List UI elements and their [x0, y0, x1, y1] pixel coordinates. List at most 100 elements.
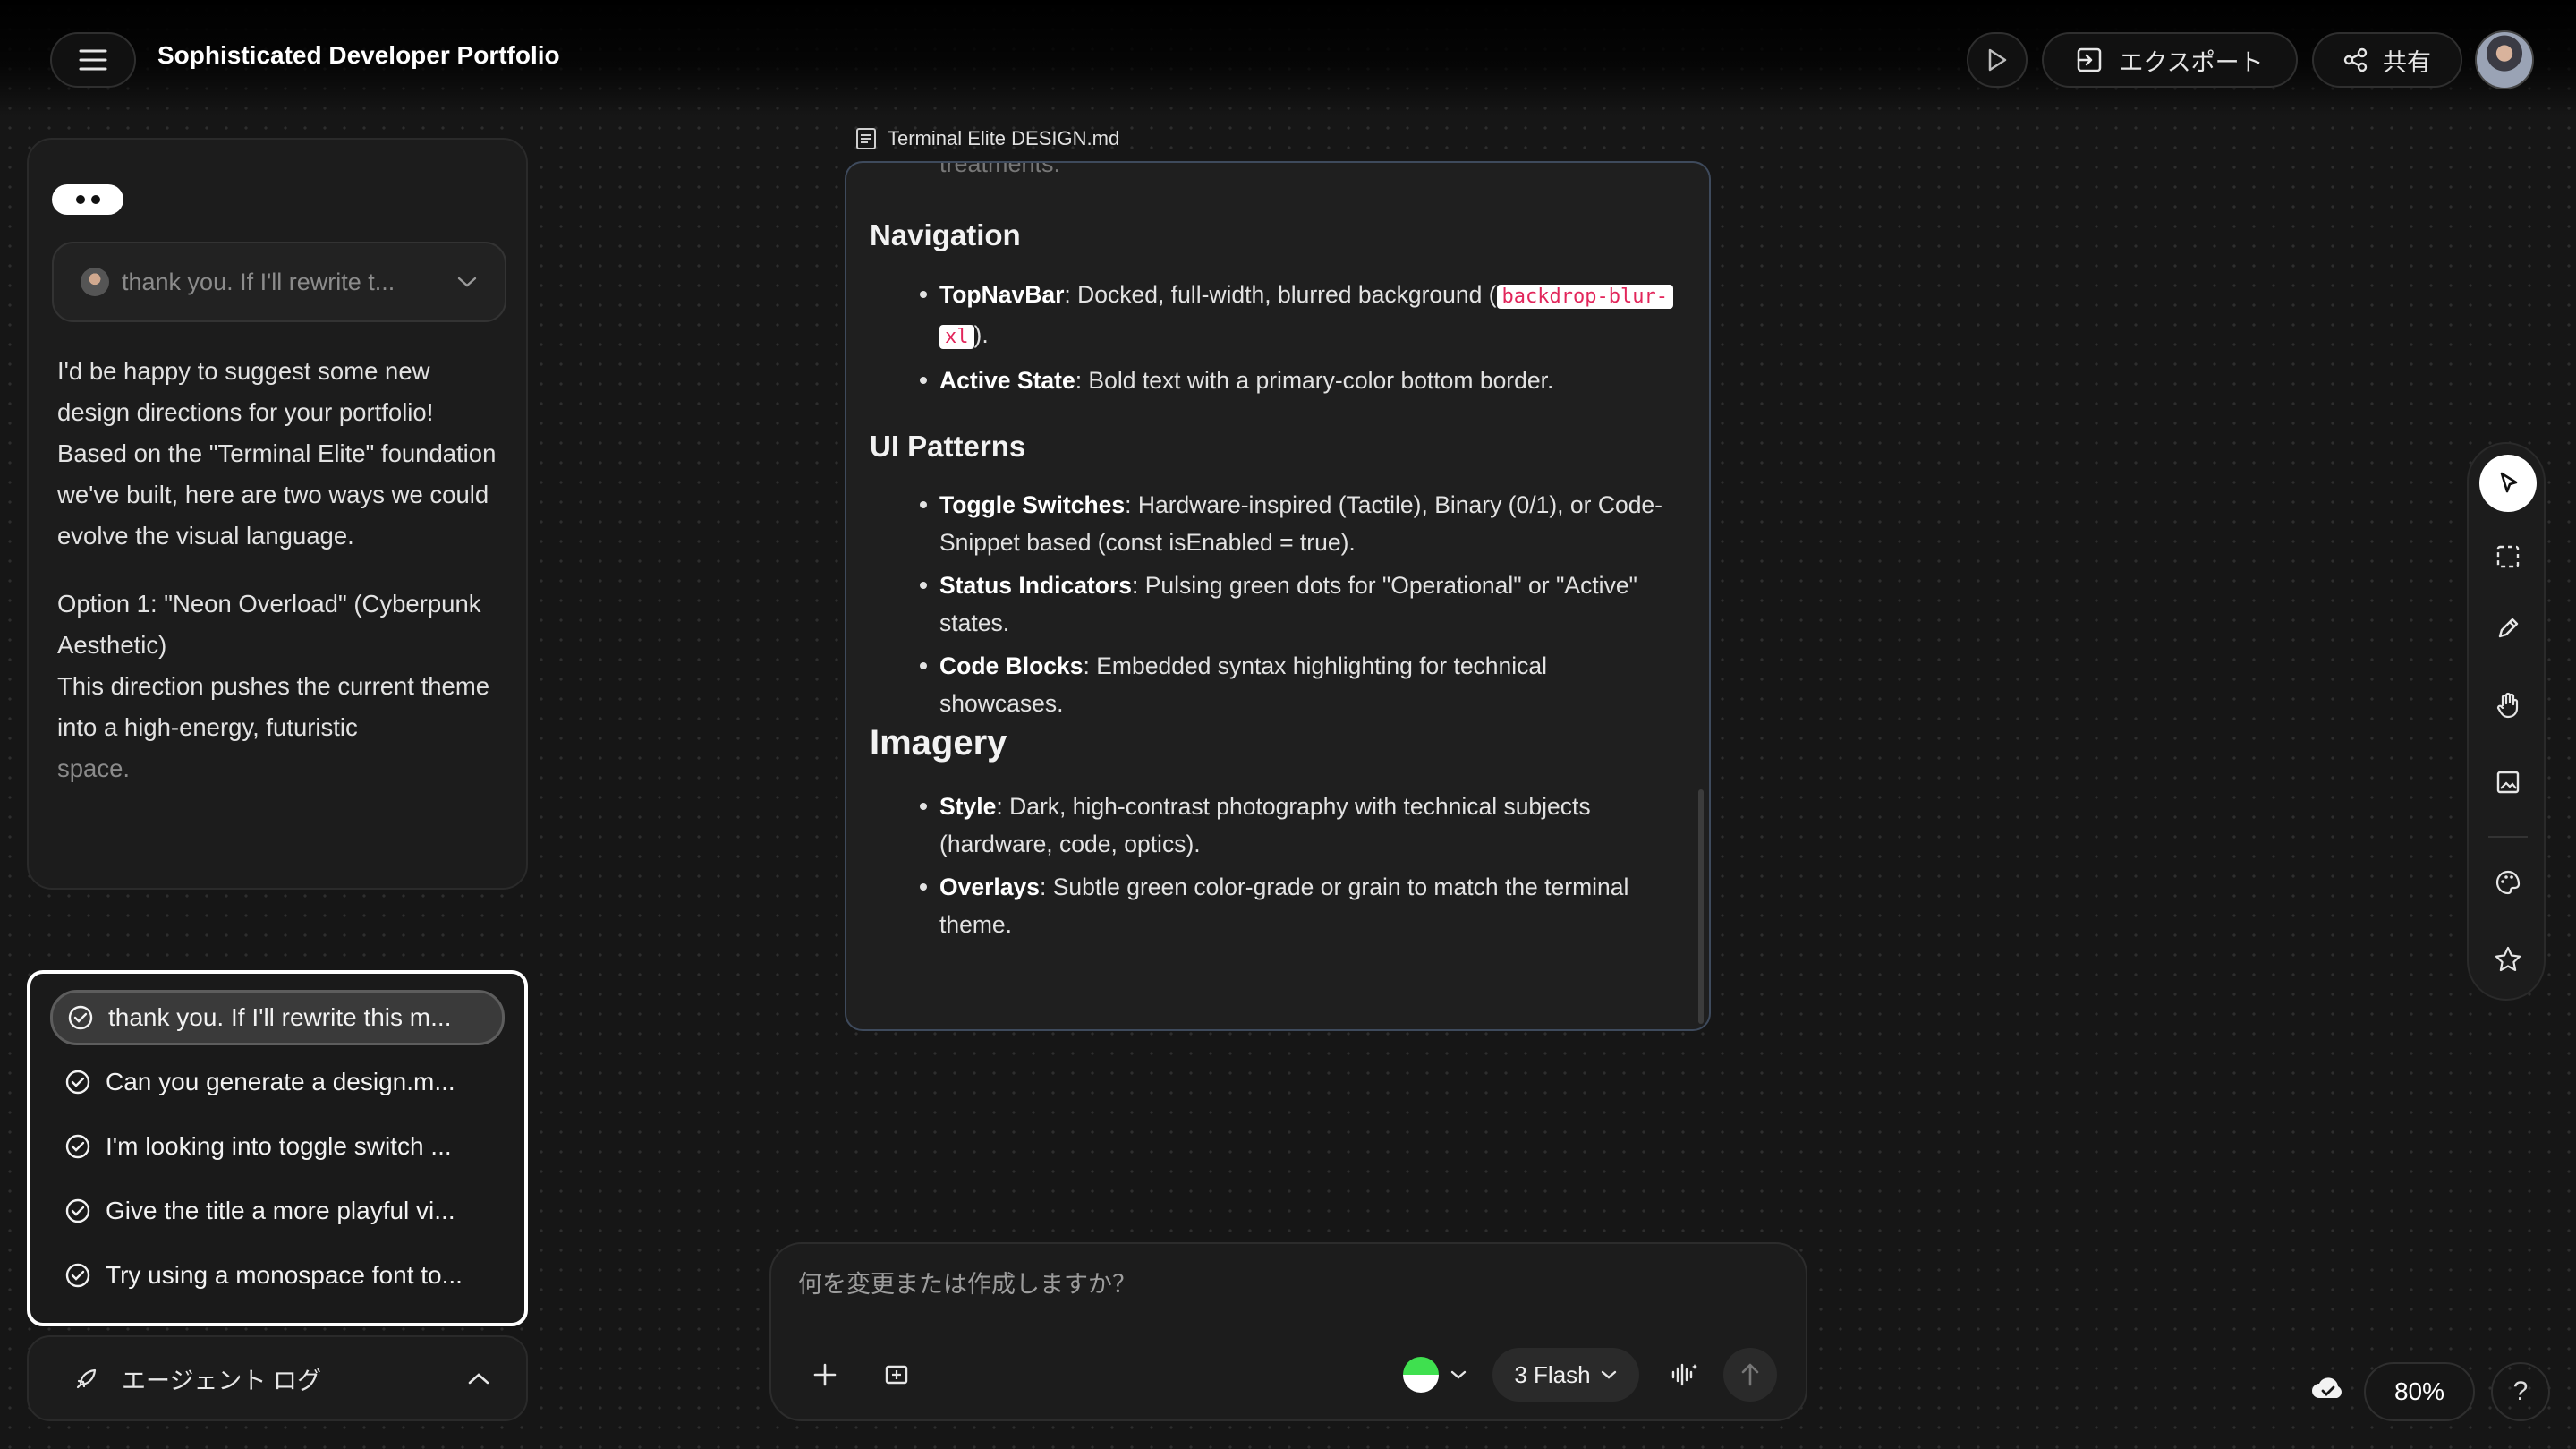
- document-preview: treatments. Navigation TopNavBar: Docked…: [845, 161, 1711, 1031]
- list-text: : Subtle green color-grade or grain to m…: [939, 874, 1629, 938]
- check-circle-icon: [64, 1133, 91, 1160]
- agent-log-toggle[interactable]: エージェント ログ: [27, 1335, 528, 1421]
- list-term: Toggle Switches: [939, 491, 1126, 518]
- code-snippet: xl: [939, 325, 974, 349]
- document-cut-text: treatments.: [939, 161, 1061, 177]
- chat-option-title: Option 1: "Neon Overload" (Cyberpunk Aes…: [57, 590, 481, 659]
- export-icon: [2076, 47, 2103, 73]
- prompt-composer: 3 Flash: [769, 1242, 1807, 1421]
- document-filename: Terminal Elite DESIGN.md: [888, 127, 1120, 149]
- log-item-label: Can you generate a design.m...: [106, 1068, 455, 1095]
- image-icon: [2495, 769, 2521, 796]
- log-item-label: thank you. If I'll rewrite this m...: [108, 1003, 452, 1031]
- cloud-saved-icon: [2310, 1373, 2346, 1403]
- list-item: Overlays: Subtle green color-grade or gr…: [870, 868, 1675, 943]
- select-area-icon: [2495, 543, 2521, 570]
- share-label: 共有: [2383, 48, 2431, 76]
- user-avatar[interactable]: [2475, 30, 2534, 89]
- hand-icon: [2495, 691, 2521, 720]
- plus-icon: [812, 1361, 838, 1388]
- project-title: Sophisticated Developer Portfolio: [157, 41, 560, 69]
- log-item[interactable]: thank you. If I'll rewrite this m...: [50, 990, 505, 1045]
- list-term: Style: [939, 793, 997, 820]
- send-button[interactable]: [1723, 1348, 1777, 1402]
- list-term: TopNavBar: [939, 281, 1065, 308]
- agent-log-list: thank you. If I'll rewrite this m... Can…: [27, 970, 528, 1326]
- chevron-down-icon: [456, 276, 478, 288]
- conversation-selector-value: thank you. If I'll rewrite t...: [122, 268, 395, 295]
- model-selector[interactable]: 3 Flash: [1492, 1348, 1639, 1402]
- log-item[interactable]: I'm looking into toggle switch ...: [50, 1119, 505, 1174]
- code-snippet: backdrop-blur-: [1496, 285, 1673, 309]
- more-options-icon[interactable]: [52, 184, 123, 215]
- heading-imagery: Imagery: [870, 723, 1007, 763]
- document-icon: [855, 127, 877, 150]
- agent-log-label: エージェント ログ: [122, 1367, 321, 1394]
- prompt-input[interactable]: [798, 1262, 1764, 1307]
- ui-patterns-list: Toggle Switches: Hardware-inspired (Tact…: [870, 486, 1675, 728]
- list-item: Toggle Switches: Hardware-inspired (Tact…: [870, 486, 1675, 561]
- list-item: Code Blocks: Embedded syntax highlightin…: [870, 647, 1675, 722]
- list-item: Style: Dark, high-contrast photography w…: [870, 788, 1675, 863]
- preview-button[interactable]: [1967, 32, 2028, 88]
- palette-icon: [2495, 869, 2521, 896]
- zoom-level[interactable]: 80%: [2364, 1362, 2475, 1421]
- star-icon: [2494, 945, 2522, 974]
- export-button[interactable]: エクスポート: [2042, 32, 2298, 88]
- imagery-list: Style: Dark, high-contrast photography w…: [870, 788, 1675, 949]
- frame-plus-icon: [883, 1361, 910, 1388]
- share-icon: [2343, 47, 2368, 72]
- log-item-label: Give the title a more playful vi...: [106, 1197, 455, 1224]
- check-circle-icon: [67, 1004, 94, 1031]
- area-select-tool[interactable]: [2479, 528, 2537, 585]
- list-item: TopNavBar: Docked, full-width, blurred b…: [870, 276, 1675, 356]
- list-term: Active State: [939, 367, 1075, 394]
- play-icon: [1985, 47, 2009, 72]
- export-label: エクスポート: [2119, 48, 2264, 76]
- log-item[interactable]: Try using a monospace font to...: [50, 1248, 505, 1303]
- list-text: ).: [973, 321, 989, 348]
- log-item-label: I'm looking into toggle switch ...: [106, 1132, 452, 1160]
- menu-button[interactable]: [50, 32, 136, 88]
- check-circle-icon: [64, 1262, 91, 1289]
- voice-button[interactable]: [1657, 1348, 1711, 1402]
- share-button[interactable]: 共有: [2312, 32, 2462, 88]
- pencil-icon: [2495, 615, 2521, 642]
- user-mini-avatar: [81, 268, 109, 296]
- conversation-selector[interactable]: thank you. If I'll rewrite t...: [52, 242, 506, 322]
- list-item: Active State: Bold text with a primary-c…: [870, 362, 1675, 399]
- select-tool[interactable]: [2479, 455, 2537, 512]
- model-theme-selector[interactable]: [1392, 1348, 1478, 1402]
- chat-panel: thank you. If I'll rewrite t... I'd be h…: [27, 138, 528, 890]
- list-text: : Dark, high-contrast photography with t…: [939, 793, 1591, 857]
- help-button[interactable]: ?: [2491, 1362, 2550, 1421]
- check-circle-icon: [64, 1069, 91, 1095]
- chat-message: I'd be happy to suggest some new design …: [57, 351, 505, 789]
- chevron-down-icon: [1600, 1369, 1618, 1380]
- audio-wave-icon: [1669, 1361, 1699, 1388]
- chat-option-body: This direction pushes the current theme …: [57, 672, 490, 741]
- draw-tool[interactable]: [2479, 600, 2537, 657]
- heading-ui-patterns: UI Patterns: [870, 430, 1026, 463]
- theme-tool[interactable]: [2479, 854, 2537, 911]
- list-term: Code Blocks: [939, 652, 1084, 679]
- pan-tool[interactable]: [2479, 677, 2537, 734]
- document-scrollbar[interactable]: [1698, 789, 1704, 1024]
- add-button[interactable]: [798, 1348, 852, 1402]
- rocket-icon: [73, 1365, 100, 1392]
- heading-navigation: Navigation: [870, 218, 1021, 251]
- tool-divider: [2488, 836, 2528, 838]
- chat-option-body-fade: space.: [57, 754, 131, 782]
- document-tab[interactable]: Terminal Elite DESIGN.md: [855, 127, 1119, 150]
- cursor-icon: [2495, 470, 2521, 497]
- log-item[interactable]: Can you generate a design.m...: [50, 1054, 505, 1110]
- log-item[interactable]: Give the title a more playful vi...: [50, 1183, 505, 1239]
- image-tool[interactable]: [2479, 754, 2537, 811]
- add-frame-button[interactable]: [870, 1348, 923, 1402]
- model-label: 3 Flash: [1514, 1360, 1591, 1388]
- model-indicator-icon: [1403, 1357, 1439, 1393]
- list-term: Overlays: [939, 874, 1040, 900]
- navigation-list: TopNavBar: Docked, full-width, blurred b…: [870, 276, 1675, 405]
- log-item-label: Try using a monospace font to...: [106, 1261, 463, 1289]
- favorite-tool[interactable]: [2479, 931, 2537, 988]
